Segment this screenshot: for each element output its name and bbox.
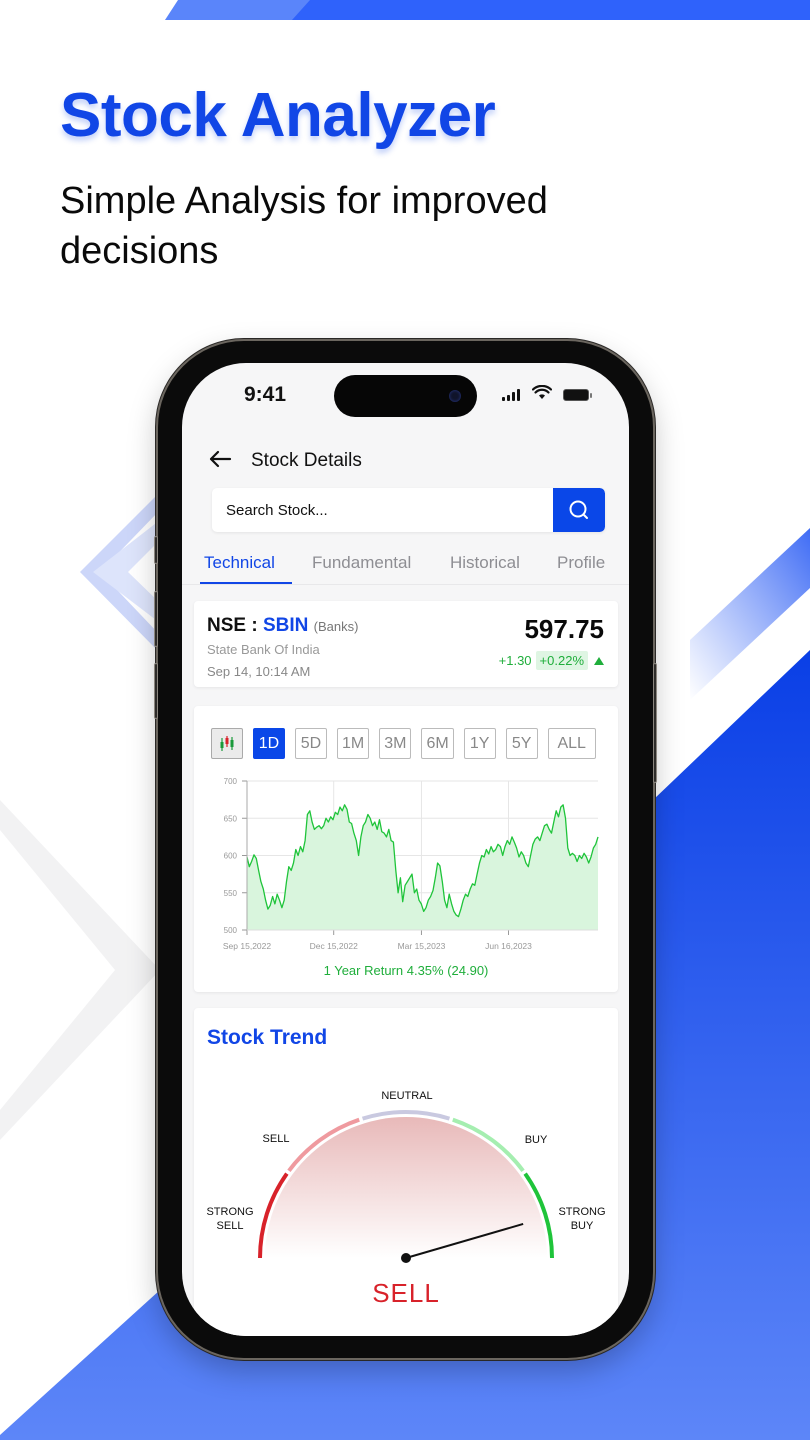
trend-title: Stock Trend [207,1026,328,1049]
change-value: +1.30 [498,653,532,668]
y-tick-label: 550 [224,889,238,898]
tab-bar: Technical Fundamental Historical Profile [182,547,629,585]
status-time: 9:41 [244,383,287,406]
change-percent-badge: +0.22% [535,651,588,670]
x-tick-label: Mar 15,2023 [398,941,446,951]
price-area-fill [247,804,598,930]
label-strong-sell: STRONG SELL [206,1206,254,1232]
stock-trend-card: Stock Trend STRONG SELL SELL NEUTRAL BUY … [194,1008,618,1336]
app-bar: Stock Details [182,433,629,489]
range-5d[interactable]: 5D [295,728,327,759]
x-tick-label: Jun 16,2023 [485,941,532,951]
range-6m[interactable]: 6M [421,728,454,759]
dynamic-island [334,375,477,417]
phone-frame: 9:41 Stock Details Search Stock... Techn… [154,341,657,1358]
trend-verdict: SELL [372,1278,440,1308]
range-1m[interactable]: 1M [337,728,370,759]
exchange-label: NSE [207,615,247,636]
label-sell: SELL [262,1133,290,1145]
power-button [653,663,657,783]
label-buy: BUY [524,1134,548,1146]
range-1d[interactable]: 1D [253,728,285,759]
stock-heading: NSE : SBIN (Banks) [207,615,358,637]
stock-symbol[interactable]: SBIN [263,615,308,636]
stock-sector: (Banks) [313,619,359,634]
tab-historical[interactable]: Historical [450,553,520,573]
camera-icon [449,390,461,402]
gauge-background [265,1117,547,1258]
status-bar: 9:41 [182,363,629,433]
stock-price: 597.75 [524,614,604,644]
x-tick-label: Sep 15,2022 [223,941,271,951]
hero-subtitle: Simple Analysis for improved decisions [60,180,548,272]
wifi-icon [532,385,552,399]
exchange-separator: : [246,615,263,636]
search-bar [212,488,605,532]
tab-fundamental[interactable]: Fundamental [312,553,411,573]
range-5y[interactable]: 5Y [505,728,538,759]
search-icon [569,500,588,519]
battery-icon [563,389,592,401]
volume-down-button [154,663,158,719]
company-name: State Bank Of India [207,642,320,657]
active-tab-indicator [200,582,292,584]
label-strong-buy: STRONG BUY [558,1206,606,1232]
y-tick-label: 650 [224,814,238,823]
triangle-up-icon [594,656,604,665]
quote-card: NSE : SBIN (Banks) State Bank Of India S… [194,601,618,687]
price-chart[interactable]: 500 550 600 650 700 Sep 15,2022 Dec 15,2022 Mar… [194,766,618,956]
action-button [154,536,158,564]
hero-title: Stock Analyzer [60,81,496,150]
search-button[interactable] [553,488,605,532]
range-3m[interactable]: 3M [379,728,412,759]
search-input[interactable] [212,488,553,532]
label-neutral: NEUTRAL [381,1090,433,1102]
price-change: +1.30 +0.22% [499,651,604,670]
volume-up-button [154,591,158,647]
tab-technical[interactable]: Technical [204,553,275,573]
range-1y[interactable]: 1Y [463,728,496,759]
gauge-needle-hub [401,1253,411,1263]
y-tick-label: 500 [224,926,238,935]
x-tick-label: Dec 15,2022 [310,941,358,951]
quote-datetime: Sep 14, 10:14 AM [207,664,311,679]
page-title: Stock Details [251,450,362,471]
range-selector: 1D 5D 1M 3M 6M 1Y 5Y ALL [211,728,596,759]
arrow-left-icon[interactable] [208,449,232,469]
range-all[interactable]: ALL [547,728,596,759]
y-tick-label: 700 [224,777,238,786]
y-tick-label: 600 [224,852,238,861]
signal-icon [502,389,520,401]
tab-profile[interactable]: Profile [557,553,605,573]
candlestick-icon [220,735,234,751]
chart-card: 1D 5D 1M 3M 6M 1Y 5Y ALL 500 550 600 650 700… [194,706,618,992]
phone-screen: 9:41 Stock Details Search Stock... Techn… [182,363,629,1336]
chart-type-button[interactable] [211,728,243,759]
one-year-return: 1 Year Return 4.35% (24.90) [323,963,489,978]
